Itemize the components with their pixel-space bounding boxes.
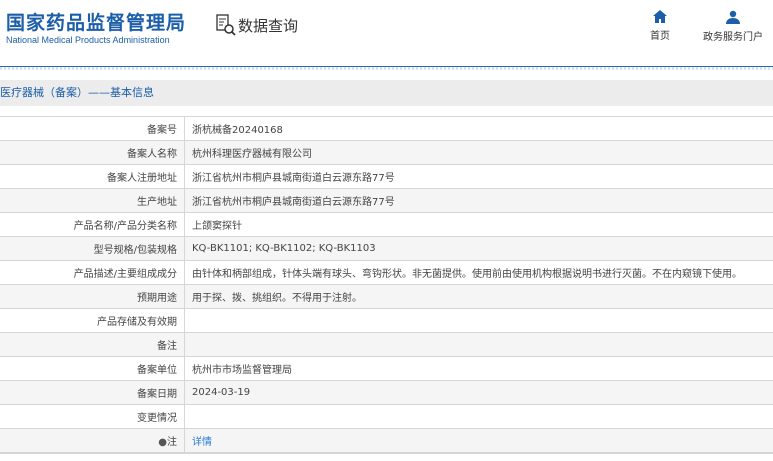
- site-header: 国家药品监督管理局 National Medical Products Admi…: [0, 0, 773, 67]
- row-value: KQ-BK1101; KQ-BK1102; KQ-BK1103: [184, 236, 773, 261]
- table-row: 变更情况: [0, 404, 773, 429]
- query-title-text: 数据查询: [238, 16, 299, 35]
- table-row: 备案人名称 杭州科理医疗器械有限公司: [0, 140, 773, 165]
- table-row: 产品描述/主要组成成分 由针体和柄部组成，针体头端有球头、弯钩形状。非无菌提供。使…: [0, 260, 773, 285]
- document-search-icon: [216, 14, 236, 36]
- table-row: 产品名称/产品分类名称 上颌窦探针: [0, 212, 773, 237]
- table-row: 备案日期 2024-03-19: [0, 380, 773, 405]
- table-row: 型号规格/包装规格 KQ-BK1101; KQ-BK1102; KQ-BK1103: [0, 236, 773, 261]
- table-row: 产品存储及有效期: [0, 308, 773, 333]
- home-icon: [653, 10, 667, 23]
- row-label: 生产地址: [0, 188, 185, 213]
- row-value: [184, 404, 773, 429]
- row-label: 备案单位: [0, 356, 185, 381]
- row-label: 产品名称/产品分类名称: [0, 212, 185, 237]
- row-value: 用于探、拨、挑组织。不得用于注射。: [184, 284, 773, 309]
- row-label: 备案人注册地址: [0, 164, 185, 189]
- row-value: 浙江省杭州市桐庐县城南街道白云源东路77号: [184, 188, 773, 213]
- row-value-text: 浙杭械备20240168: [192, 125, 283, 136]
- row-label: 备案号: [0, 116, 185, 141]
- row-label-text: 备案号: [147, 125, 177, 136]
- row-label: 备案日期: [0, 380, 185, 405]
- row-value: 浙杭械备20240168: [184, 116, 773, 141]
- table-row: 预期用途 用于探、拨、挑组织。不得用于注射。: [0, 284, 773, 309]
- row-label: 型号规格/包装规格: [0, 236, 185, 261]
- row-label-text: 产品存储及有效期: [97, 317, 177, 328]
- row-label-text: 备案人注册地址: [107, 173, 177, 184]
- details-link[interactable]: 详情: [192, 437, 212, 448]
- nav-home-label: 首页: [650, 31, 670, 42]
- nav-service-portal[interactable]: 政务服务门户: [703, 10, 763, 43]
- row-value: [184, 332, 773, 357]
- row-label: 备案人名称: [0, 140, 185, 165]
- table-row: 备注: [0, 332, 773, 357]
- row-label-text: 备注: [157, 341, 177, 352]
- header-divider: [0, 67, 773, 70]
- row-value-text: 杭州科理医疗器械有限公司: [192, 149, 312, 160]
- logo-title[interactable]: 国家药品监督管理局: [6, 8, 186, 35]
- row-value: 杭州科理医疗器械有限公司: [184, 140, 773, 165]
- row-label: ●注: [0, 428, 185, 454]
- row-label: 产品存储及有效期: [0, 308, 185, 333]
- row-label-text: 产品描述/主要组成成分: [73, 269, 177, 280]
- section-title: 医疗器械（备案）——基本信息: [0, 80, 773, 106]
- row-value: 浙江省杭州市桐庐县城南街道白云源东路77号: [184, 164, 773, 189]
- table-row: ●注 详情: [0, 428, 773, 454]
- row-value-text: KQ-BK1101; KQ-BK1102; KQ-BK1103: [192, 243, 376, 254]
- data-query-title: 数据查询: [216, 14, 298, 36]
- row-value: 2024-03-19: [184, 380, 773, 405]
- table-row: 备案单位 杭州市市场监督管理局: [0, 356, 773, 381]
- row-label-text: 注: [167, 437, 177, 448]
- row-label: 变更情况: [0, 404, 185, 429]
- row-value-text: 上颌窦探针: [192, 221, 242, 232]
- row-label-text: 备案日期: [137, 389, 177, 400]
- row-value-text: 浙江省杭州市桐庐县城南街道白云源东路77号: [192, 173, 395, 184]
- table-row: 备案人注册地址 浙江省杭州市桐庐县城南街道白云源东路77号: [0, 164, 773, 189]
- row-label: 产品描述/主要组成成分: [0, 260, 185, 285]
- nav-home[interactable]: 首页: [650, 10, 670, 42]
- row-value-text: 2024-03-19: [192, 387, 251, 398]
- pin-icon: ●: [158, 437, 167, 448]
- info-table: 备案号 浙杭械备20240168 备案人名称 杭州科理医疗器械有限公司 备案人注册地址浙…: [0, 116, 773, 454]
- user-icon: [726, 10, 740, 24]
- row-label-text: 型号规格/包装规格: [93, 245, 177, 256]
- row-label-text: 备案人名称: [127, 149, 177, 160]
- row-label: 备注: [0, 332, 185, 357]
- row-label: 预期用途: [0, 284, 185, 309]
- row-value-text: 用于探、拨、挑组织。不得用于注射。: [192, 293, 362, 304]
- row-value-text: 浙江省杭州市桐庐县城南街道白云源东路77号: [192, 197, 395, 208]
- row-value: [184, 308, 773, 333]
- row-label-text: 产品名称/产品分类名称: [73, 221, 177, 232]
- nav-service-label: 政务服务门户: [703, 32, 763, 43]
- row-value: 杭州市市场监督管理局: [184, 356, 773, 381]
- logo-subtitle: National Medical Products Administration: [6, 35, 170, 45]
- row-label-text: 生产地址: [137, 197, 177, 208]
- table-row: 备案号 浙杭械备20240168: [0, 116, 773, 141]
- row-value: 上颌窦探针: [184, 212, 773, 237]
- row-value: 由针体和柄部组成，针体头端有球头、弯钩形状。非无菌提供。使用前由使用机构根据说明…: [184, 260, 773, 285]
- row-label-text: 预期用途: [137, 293, 177, 304]
- table-row: 生产地址 浙江省杭州市桐庐县城南街道白云源东路77号: [0, 188, 773, 213]
- row-value: 详情: [184, 428, 773, 454]
- row-label-text: 备案单位: [137, 365, 177, 376]
- row-label-text: 变更情况: [137, 413, 177, 424]
- row-value-text: 杭州市市场监督管理局: [192, 365, 292, 376]
- row-value-text: 由针体和柄部组成，针体头端有球头、弯钩形状。非无菌提供。使用前由使用机构根据说明…: [192, 269, 742, 280]
